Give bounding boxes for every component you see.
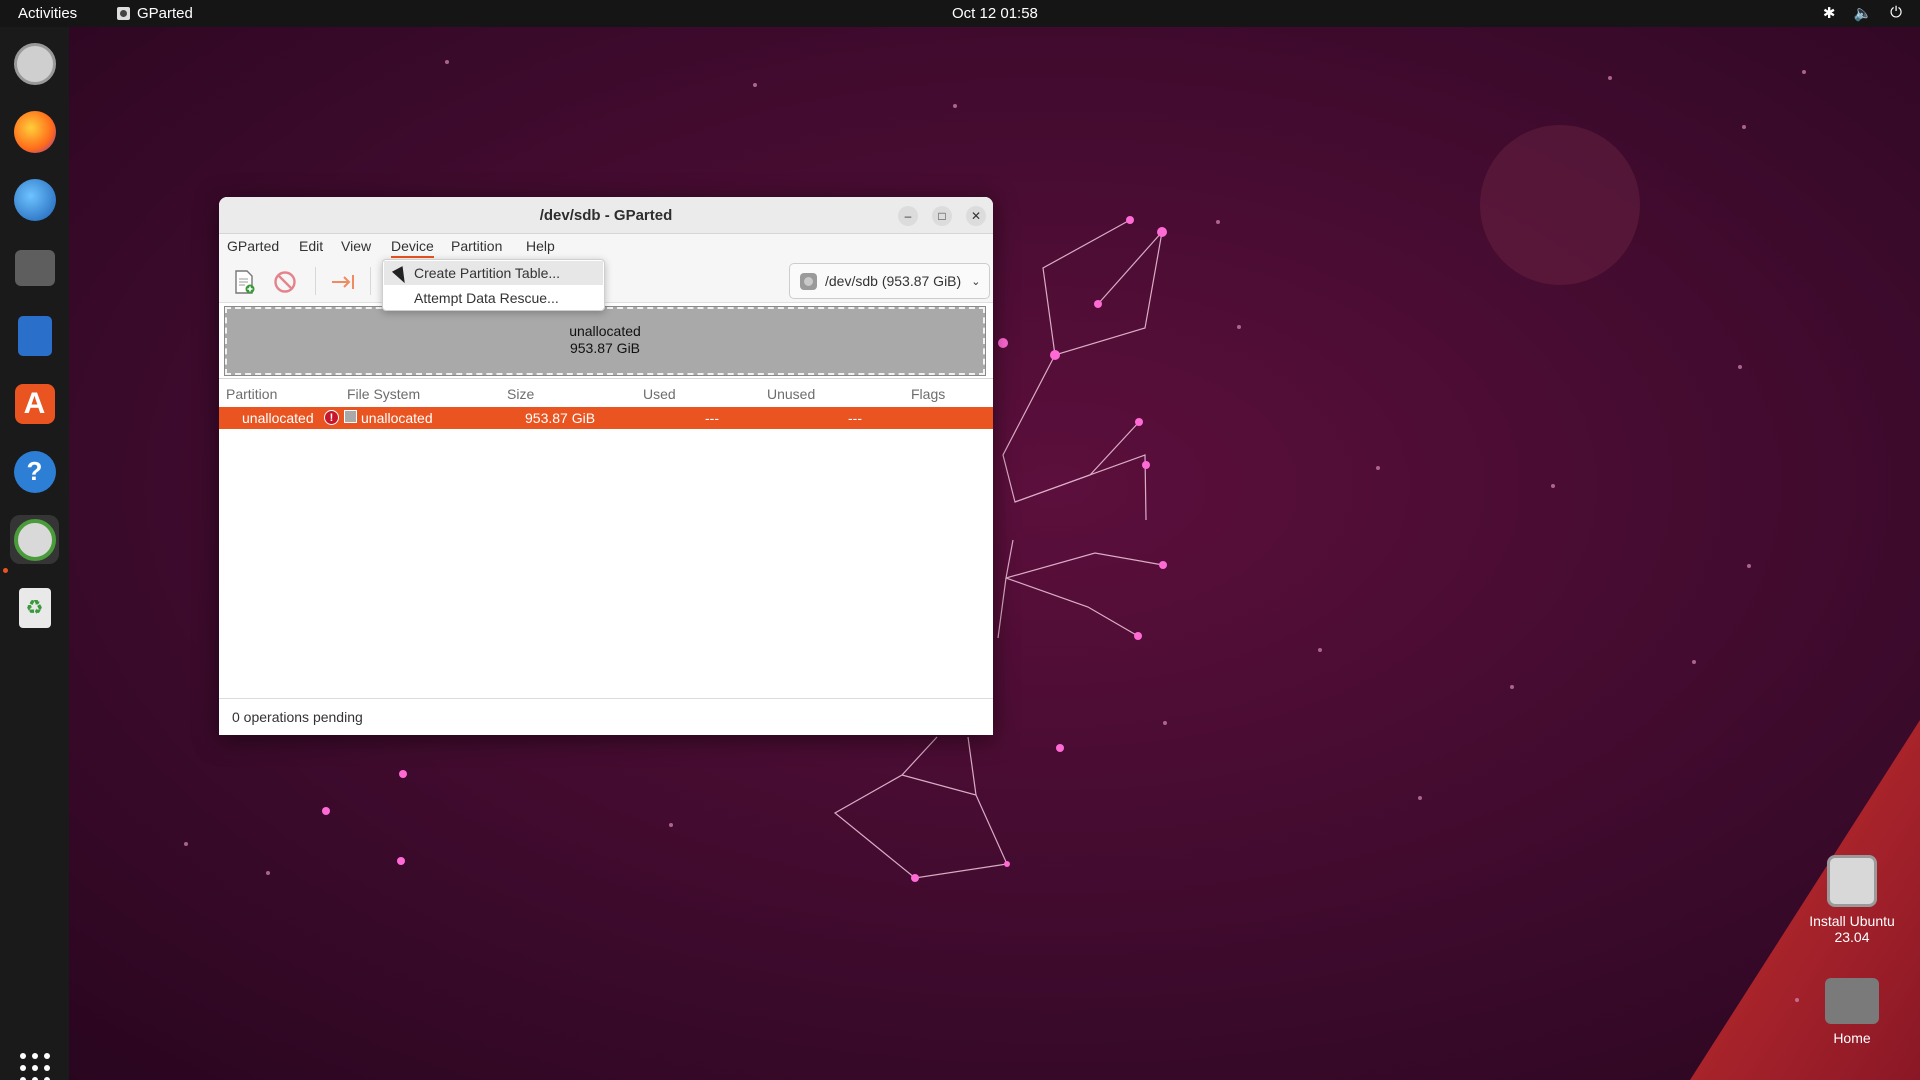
volume-icon[interactable]: 🔈 [1853,4,1872,22]
app-menu-label: GParted [137,5,193,22]
app-center-icon: A [14,383,55,424]
dock-install-ubuntu[interactable] [10,39,59,88]
resize-move-icon [332,275,354,289]
new-partition-icon [235,270,255,294]
firefox-icon [13,110,56,153]
device-menu-dropdown: Create Partition Table... Attempt Data R… [382,259,605,311]
dock-gparted[interactable] [10,515,59,564]
partition-graph-area: unallocated 953.87 GiB [219,303,993,379]
close-icon: ✕ [970,209,982,223]
thunderbird-icon [13,178,56,221]
menu-edit[interactable]: Edit [299,238,323,254]
running-indicator [3,568,8,573]
close-button[interactable]: ✕ [966,206,986,226]
maximize-button[interactable]: □ [932,206,952,226]
menu-item-create-partition-table[interactable]: Create Partition Table... [384,261,603,285]
help-icon: ? [13,450,56,493]
toolbar-separator [370,267,371,295]
top-bar: Activities GParted Oct 12 01:58 ✱ 🔈 ⏻ [0,0,1920,27]
install-label-line1: Install Ubuntu [1809,913,1895,929]
menu-help[interactable]: Help [526,238,555,254]
minimize-icon: – [904,209,912,223]
disk-icon [800,272,817,290]
device-selector-label: /dev/sdb (953.87 GiB) [825,273,962,289]
gparted-icon [13,518,56,561]
desktop-home[interactable]: Home [1802,978,1902,1046]
cell-used: --- [705,410,719,426]
menu-partition[interactable]: Partition [451,238,502,254]
accessibility-icon[interactable]: ✱ [1823,4,1836,22]
header-filesystem[interactable]: File System [347,386,420,402]
gparted-window: /dev/sdb - GParted – □ ✕ GParted Edit Vi… [219,197,993,735]
partition-graph-unallocated[interactable]: unallocated 953.87 GiB [224,306,986,376]
graph-size: 953.87 GiB [569,340,641,356]
status-bar: 0 operations pending [219,698,993,735]
dock-firefox[interactable] [10,107,59,156]
header-partition[interactable]: Partition [226,386,277,402]
activities-button[interactable]: Activities [18,5,77,22]
dock-files[interactable] [10,243,59,292]
cell-filesystem: unallocated [361,410,433,426]
delete-icon [274,271,296,293]
menu-bar: GParted Edit View Device Partition Help [219,234,993,259]
menu-gparted[interactable]: GParted [227,238,279,254]
maximize-icon: □ [938,209,946,223]
home-label: Home [1833,1030,1871,1046]
files-icon [14,249,55,286]
delete-partition-button[interactable] [272,269,298,295]
chevron-down-icon: ⌄ [971,275,981,288]
warning-icon: ! [324,410,339,425]
menu-device[interactable]: Device [391,238,434,258]
menu-view[interactable]: View [341,238,371,254]
dock: A ? ♻ [0,27,69,1080]
toolbar-separator [315,267,316,295]
desktop-install-ubuntu[interactable]: Install Ubuntu 23.04 [1802,855,1902,945]
installer-icon [13,42,56,85]
cell-partition: unallocated [242,410,314,426]
dock-thunderbird[interactable] [10,175,59,224]
clock[interactable]: Oct 12 01:58 [952,5,1038,22]
operations-pending: 0 operations pending [232,709,363,725]
home-folder-icon [1825,978,1879,1024]
new-partition-button[interactable] [231,269,257,295]
header-used[interactable]: Used [643,386,676,402]
dock-writer[interactable] [10,311,59,360]
partition-table-header: Partition File System Size Used Unused F… [219,383,993,405]
install-label-line2: 23.04 [1834,929,1870,945]
dock-help[interactable]: ? [10,447,59,496]
toolbar: /dev/sdb (953.87 GiB) ⌄ [219,259,993,303]
trash-icon: ♻ [18,587,51,628]
graph-label: unallocated [569,323,641,339]
cell-unused: --- [848,410,862,426]
power-icon[interactable]: ⏻ [1890,4,1902,22]
header-flags[interactable]: Flags [911,386,945,402]
device-selector[interactable]: /dev/sdb (953.87 GiB) ⌄ [789,263,990,299]
menu-item-attempt-data-rescue[interactable]: Attempt Data Rescue... [384,286,603,310]
window-title: /dev/sdb - GParted [539,207,673,224]
app-menu-button[interactable]: GParted [117,5,193,22]
system-tray[interactable]: ✱ 🔈 ⏻ [1823,4,1902,22]
filesystem-color-swatch [344,410,357,423]
resize-move-button[interactable] [330,269,356,295]
minimize-button[interactable]: – [898,206,918,226]
show-apps-icon[interactable] [20,1053,50,1080]
writer-icon [17,315,52,356]
installer-icon [1827,855,1877,907]
gparted-app-icon [117,7,130,20]
table-row[interactable]: unallocated ! unallocated 953.87 GiB ---… [219,407,993,429]
header-unused[interactable]: Unused [767,386,815,402]
dock-trash[interactable]: ♻ [10,583,59,632]
dock-app-center[interactable]: A [10,379,59,428]
cell-size: 953.87 GiB [525,410,596,426]
header-size[interactable]: Size [507,386,534,402]
window-titlebar[interactable]: /dev/sdb - GParted – □ ✕ [219,197,993,234]
